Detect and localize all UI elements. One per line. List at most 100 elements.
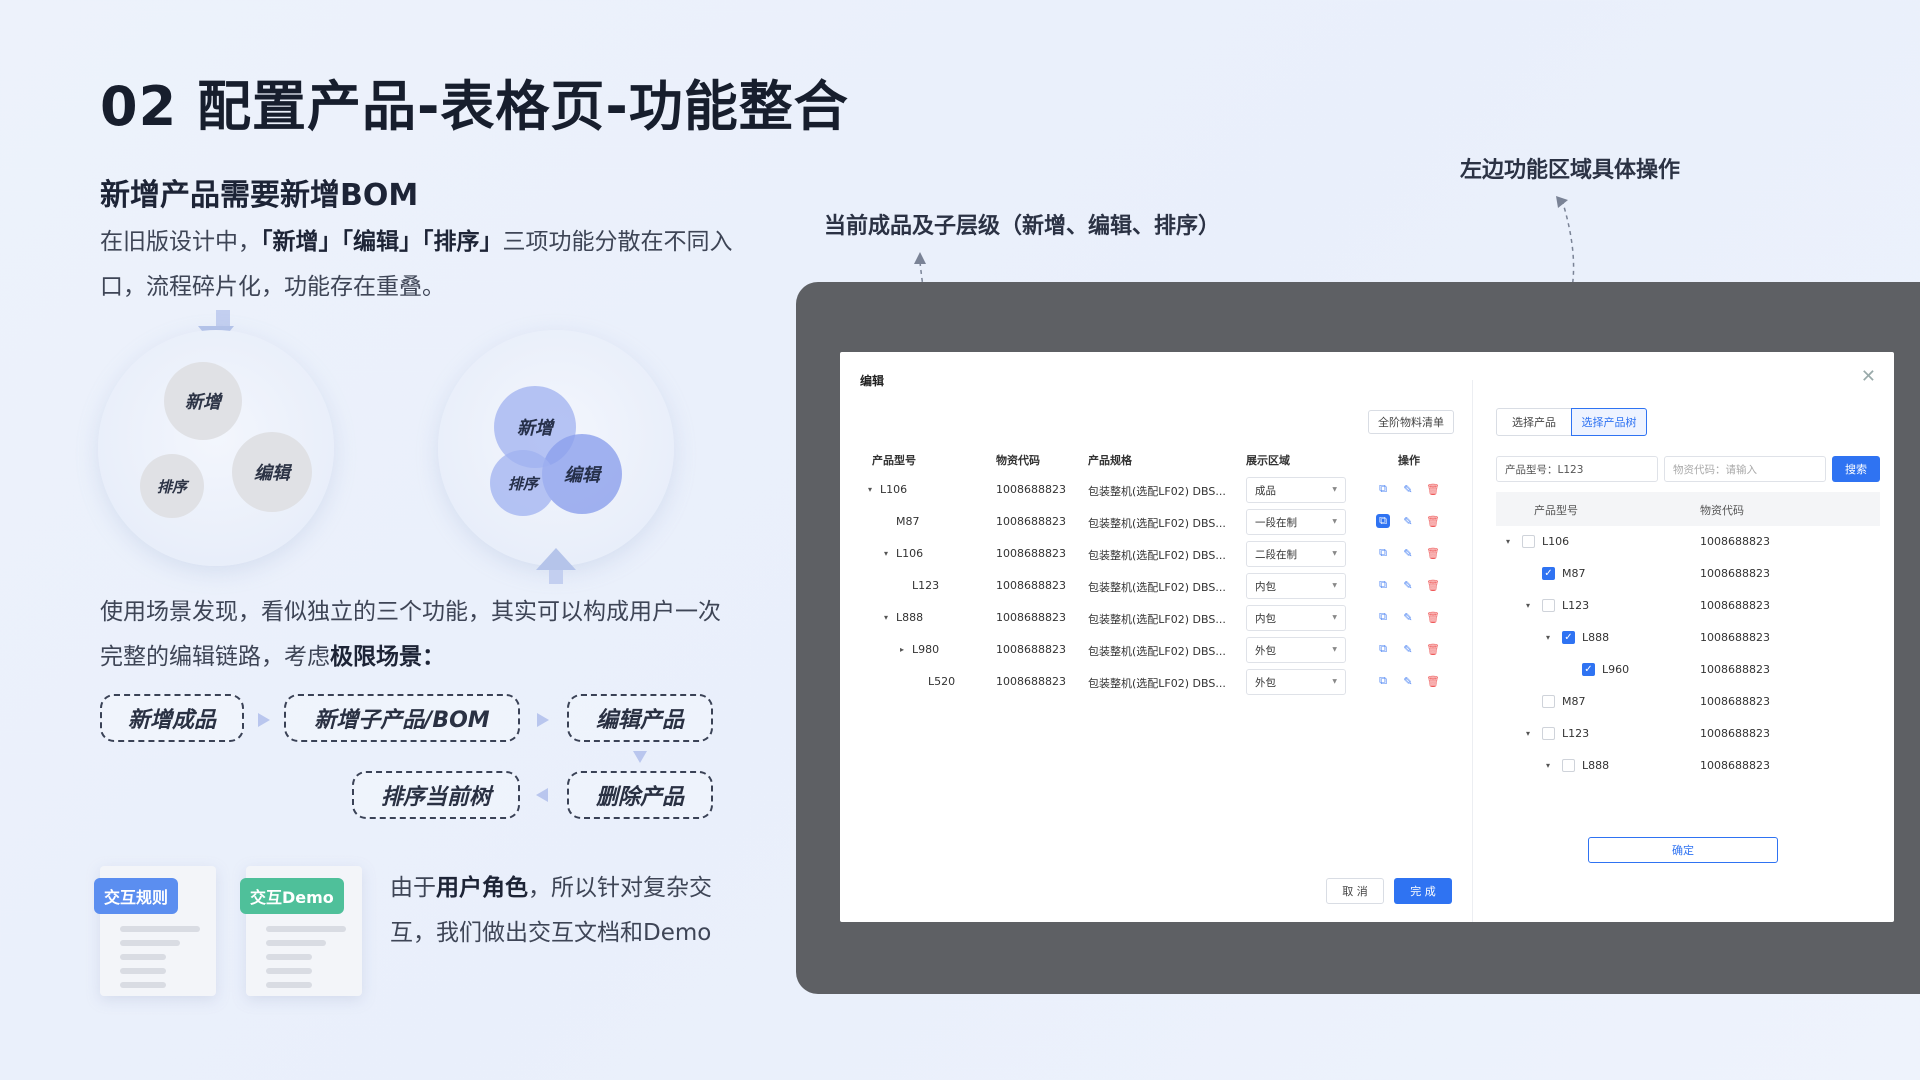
table-row[interactable]: L520 1008688823 包装整机(选配LF02) DBS... 外包 ▼ ⧉ ✎ 🗑 bbox=[840, 666, 1460, 698]
edit-icon[interactable]: ✎ bbox=[1401, 546, 1415, 560]
confirm-button[interactable]: 确定 bbox=[1588, 837, 1778, 863]
edit-icon[interactable]: ✎ bbox=[1401, 610, 1415, 624]
edit-icon[interactable]: ✎ bbox=[1401, 482, 1415, 496]
chevron-down-icon: ▼ bbox=[1332, 646, 1337, 653]
tree-row[interactable]: ✓ M87 1008688823 bbox=[1496, 558, 1880, 590]
expand-caret-icon[interactable]: ▾ bbox=[868, 485, 872, 494]
copy-icon[interactable]: ⧉ bbox=[1376, 578, 1390, 592]
expand-caret-icon[interactable]: ▸ bbox=[900, 645, 904, 654]
table-row[interactable]: ▾ L888 1008688823 包装整机(选配LF02) DBS... 内包 ▼ ⧉ ✎ 🗑 bbox=[840, 602, 1460, 634]
row-spec: 包装整机(选配LF02) DBS... bbox=[1088, 485, 1226, 498]
delete-icon[interactable]: 🗑 bbox=[1426, 674, 1440, 688]
delete-icon[interactable]: 🗑 bbox=[1426, 514, 1440, 528]
flow-step-add-child: 新增子产品/BOM bbox=[284, 694, 520, 742]
expand-caret-icon[interactable]: ▾ bbox=[884, 613, 888, 622]
copy-icon[interactable]: ⧉ bbox=[1376, 642, 1390, 656]
table-row[interactable]: M87 1008688823 包装整机(选配LF02) DBS... 一段在制 ▼ ⧉ ✎ 🗑 bbox=[840, 506, 1460, 538]
row-spec: 包装整机(选配LF02) DBS... bbox=[1088, 613, 1226, 626]
conclusion-paragraph: 由于用户角色，所以针对复杂交互，我们做出交互文档和Demo bbox=[390, 866, 740, 956]
model-search-input[interactable]: 产品型号：L123 bbox=[1496, 456, 1658, 482]
tree-checkbox[interactable]: ✓ bbox=[1542, 567, 1555, 580]
venn-old-edit: 编辑 bbox=[232, 432, 312, 512]
tree-row[interactable]: ▾ ✓ L888 1008688823 bbox=[1496, 622, 1880, 654]
edit-icon[interactable]: ✎ bbox=[1401, 642, 1415, 656]
row-spec: 包装整机(选配LF02) DBS... bbox=[1088, 645, 1226, 658]
tree-row[interactable]: ▾ L888 1008688823 bbox=[1496, 750, 1880, 782]
table-row[interactable]: L123 1008688823 包装整机(选配LF02) DBS... 内包 ▼ ⧉ ✎ 🗑 bbox=[840, 570, 1460, 602]
flow-arrow-down-icon bbox=[633, 751, 647, 763]
expand-caret-icon[interactable]: ▾ bbox=[1546, 633, 1550, 642]
done-button[interactable]: 完 成 bbox=[1394, 878, 1452, 904]
tree-model: M87 bbox=[1562, 567, 1586, 580]
tree-checkbox[interactable] bbox=[1522, 535, 1535, 548]
tab-select-product[interactable]: 选择产品 bbox=[1496, 408, 1572, 436]
area-select-value: 内包 bbox=[1255, 580, 1276, 593]
tree-row[interactable]: ▾ L123 1008688823 bbox=[1496, 590, 1880, 622]
table-row[interactable]: ▾ L106 1008688823 包装整机(选配LF02) DBS... 二段在制 ▼ ⧉… bbox=[840, 538, 1460, 570]
copy-icon[interactable]: ⧉ bbox=[1376, 674, 1390, 688]
expand-caret-icon[interactable]: ▾ bbox=[884, 549, 888, 558]
code-search-input[interactable]: 物资代码：请输入 bbox=[1664, 456, 1826, 482]
doc-tag-demo: 交互Demo bbox=[240, 878, 344, 914]
expand-caret-icon[interactable]: ▾ bbox=[1506, 537, 1510, 546]
copy-icon[interactable]: ⧉ bbox=[1376, 610, 1390, 624]
tree-code: 1008688823 bbox=[1700, 727, 1770, 740]
tab-select-product-tree[interactable]: 选择产品树 bbox=[1571, 408, 1647, 436]
area-select[interactable]: 二段在制 ▼ bbox=[1246, 541, 1346, 567]
tree-row[interactable]: ▾ L106 1008688823 bbox=[1496, 526, 1880, 558]
tree-code: 1008688823 bbox=[1700, 535, 1770, 548]
cancel-button[interactable]: 取 消 bbox=[1326, 878, 1384, 904]
delete-icon[interactable]: 🗑 bbox=[1426, 546, 1440, 560]
col-actions: 操作 bbox=[1398, 454, 1420, 467]
edit-icon[interactable]: ✎ bbox=[1401, 514, 1415, 528]
area-select[interactable]: 内包 ▼ bbox=[1246, 573, 1346, 599]
dialog-title: 编辑 bbox=[860, 374, 885, 388]
chevron-down-icon: ▼ bbox=[1332, 518, 1337, 525]
delete-icon[interactable]: 🗑 bbox=[1426, 642, 1440, 656]
tree-row[interactable]: ▾ L123 1008688823 bbox=[1496, 718, 1880, 750]
col-model: 产品型号 bbox=[872, 454, 916, 467]
flow-step-add-product: 新增成品 bbox=[100, 694, 244, 742]
table-row[interactable]: ▸ L980 1008688823 包装整机(选配LF02) DBS... 外包 ▼ ⧉ ✎ 🗑 bbox=[840, 634, 1460, 666]
finding-bold: 极限场景： bbox=[330, 644, 445, 670]
tree-row[interactable]: ✓ L960 1008688823 bbox=[1496, 654, 1880, 686]
area-select[interactable]: 一段在制 ▼ bbox=[1246, 509, 1346, 535]
edit-icon[interactable]: ✎ bbox=[1401, 578, 1415, 592]
delete-icon[interactable]: 🗑 bbox=[1426, 482, 1440, 496]
copy-icon[interactable]: ⧉ bbox=[1376, 546, 1390, 560]
area-select[interactable]: 外包 ▼ bbox=[1246, 669, 1346, 695]
area-select[interactable]: 成品 ▼ bbox=[1246, 477, 1346, 503]
tree-checkbox[interactable] bbox=[1542, 599, 1555, 612]
tree-model: M87 bbox=[1562, 695, 1586, 708]
chevron-down-icon: ▼ bbox=[1332, 582, 1337, 589]
area-select[interactable]: 内包 ▼ bbox=[1246, 605, 1346, 631]
expand-caret-icon[interactable]: ▾ bbox=[1526, 601, 1530, 610]
chevron-down-icon: ▼ bbox=[1332, 486, 1337, 493]
tree-header: 产品型号 物资代码 bbox=[1496, 492, 1880, 526]
tree-checkbox[interactable] bbox=[1542, 727, 1555, 740]
tree-row[interactable]: M87 1008688823 bbox=[1496, 686, 1880, 718]
tree-code: 1008688823 bbox=[1700, 631, 1770, 644]
search-button[interactable]: 搜索 bbox=[1832, 456, 1880, 482]
tree-checkbox[interactable]: ✓ bbox=[1562, 631, 1575, 644]
flow-step-sort: 排序当前树 bbox=[352, 771, 520, 819]
edit-icon[interactable]: ✎ bbox=[1401, 674, 1415, 688]
copy-icon[interactable]: ⧉ bbox=[1376, 482, 1390, 496]
expand-caret-icon[interactable]: ▾ bbox=[1526, 729, 1530, 738]
row-model: L123 bbox=[912, 579, 940, 592]
table-row[interactable]: ▾ L106 1008688823 包装整机(选配LF02) DBS... 成品 ▼ ⧉ ✎ 🗑 bbox=[840, 474, 1460, 506]
tree-checkbox[interactable] bbox=[1562, 759, 1575, 772]
tree-checkbox[interactable] bbox=[1542, 695, 1555, 708]
expand-caret-icon[interactable]: ▾ bbox=[1546, 761, 1550, 770]
delete-icon[interactable]: 🗑 bbox=[1426, 578, 1440, 592]
tree-checkbox[interactable]: ✓ bbox=[1582, 663, 1595, 676]
full-bom-button[interactable]: 全阶物料清单 bbox=[1368, 410, 1454, 434]
area-select[interactable]: 外包 ▼ bbox=[1246, 637, 1346, 663]
copy-icon[interactable]: ⧉ bbox=[1376, 514, 1390, 528]
doc-tag-rules: 交互规则 bbox=[94, 878, 179, 914]
tree-code: 1008688823 bbox=[1700, 599, 1770, 612]
delete-icon[interactable]: 🗑 bbox=[1426, 610, 1440, 624]
row-code: 1008688823 bbox=[996, 515, 1066, 528]
area-select-value: 外包 bbox=[1255, 676, 1276, 689]
close-icon[interactable]: ✕ bbox=[1861, 366, 1876, 387]
